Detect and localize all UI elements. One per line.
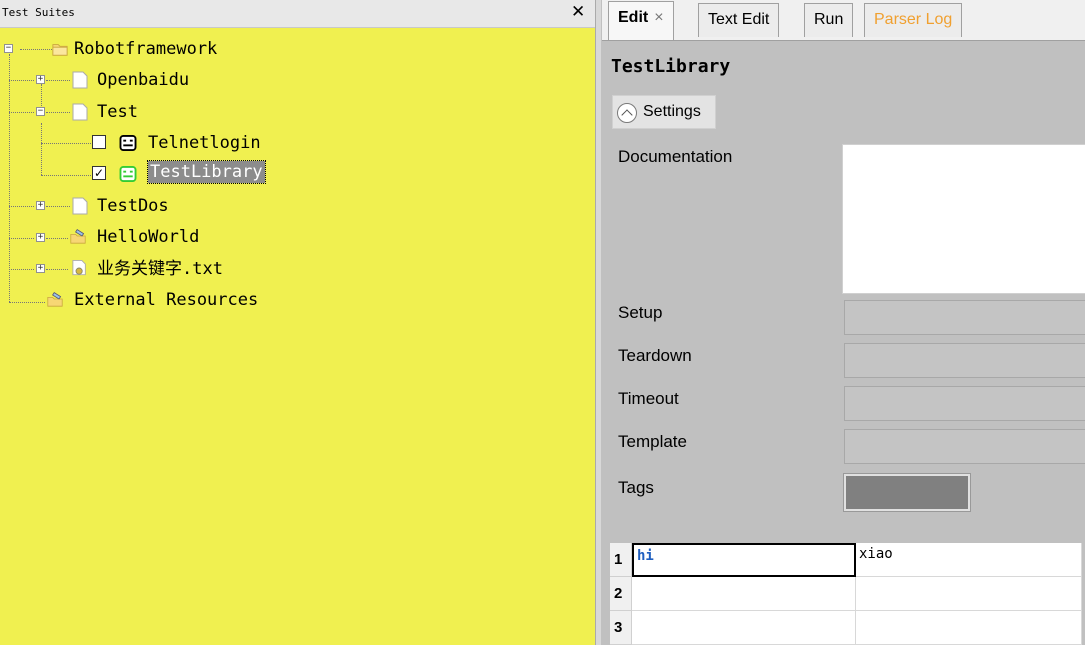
tree-node-robotframework[interactable]: Robotframework bbox=[72, 38, 219, 60]
timeout-label: Timeout bbox=[618, 389, 679, 408]
grid-cell[interactable] bbox=[856, 577, 1082, 611]
tree-node-telnetlogin[interactable]: Telnetlogin bbox=[146, 132, 263, 154]
editor-tabs: Edit × Text Edit Run Parser Log bbox=[602, 0, 1085, 40]
setup-field[interactable] bbox=[844, 300, 1085, 335]
collapse-icon[interactable]: − bbox=[36, 107, 45, 116]
timeout-field[interactable] bbox=[844, 386, 1085, 421]
teardown-field[interactable] bbox=[844, 343, 1085, 378]
folder-icon bbox=[52, 44, 68, 56]
tree-connector bbox=[9, 302, 45, 303]
cell-text: hi bbox=[637, 548, 654, 564]
test-suites-panel: Test Suites ✕ − Robotframework + Openbai… bbox=[0, 0, 595, 645]
testlibrary-checkbox[interactable]: ✓ bbox=[92, 166, 106, 180]
tab-edit-label: Edit bbox=[618, 9, 649, 26]
file-icon bbox=[72, 103, 88, 121]
tree-node-helloworld[interactable]: HelloWorld bbox=[95, 226, 201, 248]
tree-node-testdos[interactable]: TestDos bbox=[95, 195, 171, 217]
grid-cell[interactable]: xiao bbox=[856, 543, 1082, 577]
tab-text-edit-label: Text Edit bbox=[708, 11, 770, 28]
tree-connector bbox=[9, 54, 10, 302]
editor-content: TestLibrary Settings Documentation Setup… bbox=[602, 40, 1085, 645]
tree-node-testlibrary[interactable]: TestLibrary bbox=[147, 160, 266, 184]
tab-edit[interactable]: Edit × bbox=[608, 1, 674, 40]
robot-icon bbox=[119, 135, 137, 151]
row-number[interactable]: 1 bbox=[610, 543, 632, 577]
cell-text: xiao bbox=[859, 546, 893, 562]
panel-title: Test Suites bbox=[2, 6, 75, 19]
tree-connector bbox=[20, 49, 52, 50]
suite-tree: − Robotframework + Openbaidu − Test Teln… bbox=[0, 28, 595, 645]
grid-cell[interactable] bbox=[632, 577, 856, 611]
close-tab-icon[interactable]: × bbox=[654, 9, 663, 26]
resource-icon bbox=[70, 229, 86, 244]
expand-icon[interactable]: + bbox=[36, 75, 45, 84]
teardown-label: Teardown bbox=[618, 346, 692, 365]
tree-connector bbox=[46, 269, 68, 270]
file-icon bbox=[72, 71, 88, 89]
tree-connector bbox=[46, 112, 70, 113]
tree-node-keyword-file[interactable]: 业务关键字.txt bbox=[95, 258, 225, 280]
tab-parser-log[interactable]: Parser Log bbox=[864, 3, 963, 37]
robot-icon bbox=[119, 166, 137, 182]
file-icon bbox=[72, 260, 86, 276]
tree-connector bbox=[9, 206, 34, 207]
tab-parser-log-label: Parser Log bbox=[874, 11, 953, 28]
template-field[interactable] bbox=[844, 429, 1085, 464]
close-panel-icon[interactable]: ✕ bbox=[571, 3, 585, 21]
settings-toggle-button[interactable]: Settings bbox=[612, 95, 716, 129]
tree-connector bbox=[41, 175, 91, 176]
page-title: TestLibrary bbox=[611, 56, 731, 77]
tab-text-edit[interactable]: Text Edit bbox=[698, 3, 780, 37]
tree-node-test[interactable]: Test bbox=[95, 101, 140, 123]
grid-cell[interactable] bbox=[632, 611, 856, 645]
tab-run[interactable]: Run bbox=[804, 3, 854, 37]
keyword-grid: 1 hi xiao 2 3 bbox=[610, 543, 1085, 645]
tree-node-openbaidu[interactable]: Openbaidu bbox=[95, 69, 191, 91]
tree-connector bbox=[9, 238, 34, 239]
tree-connector bbox=[46, 80, 70, 81]
tree-node-external-resources[interactable]: External Resources bbox=[72, 289, 260, 311]
tags-label: Tags bbox=[618, 478, 654, 497]
panel-splitter[interactable] bbox=[595, 0, 602, 645]
tree-connector bbox=[46, 238, 68, 239]
tree-connector bbox=[41, 143, 91, 144]
template-label: Template bbox=[618, 432, 687, 451]
expand-icon[interactable]: + bbox=[36, 264, 45, 273]
tree-connector bbox=[41, 123, 42, 175]
editor-panel: Edit × Text Edit Run Parser Log TestLibra… bbox=[602, 0, 1085, 645]
resource-icon bbox=[47, 292, 63, 307]
tags-field[interactable] bbox=[843, 473, 971, 512]
row-number[interactable]: 2 bbox=[610, 577, 632, 611]
telnetlogin-checkbox[interactable] bbox=[92, 135, 106, 149]
collapse-icon[interactable]: − bbox=[4, 44, 13, 53]
setup-label: Setup bbox=[618, 303, 663, 322]
expand-icon[interactable]: + bbox=[36, 233, 45, 242]
documentation-field[interactable] bbox=[842, 144, 1085, 294]
panel-header: Test Suites ✕ bbox=[0, 0, 595, 28]
row-number[interactable]: 3 bbox=[610, 611, 632, 645]
documentation-label: Documentation bbox=[618, 147, 733, 166]
tab-run-label: Run bbox=[814, 11, 844, 28]
settings-label: Settings bbox=[643, 103, 701, 120]
tree-connector bbox=[46, 206, 70, 207]
tree-connector bbox=[9, 80, 34, 81]
grid-cell[interactable]: hi bbox=[632, 543, 856, 577]
grid-cell[interactable] bbox=[856, 611, 1082, 645]
collapse-icon bbox=[617, 103, 637, 123]
file-icon bbox=[72, 197, 88, 215]
tree-connector bbox=[9, 269, 34, 270]
tree-connector bbox=[9, 112, 34, 113]
expand-icon[interactable]: + bbox=[36, 201, 45, 210]
